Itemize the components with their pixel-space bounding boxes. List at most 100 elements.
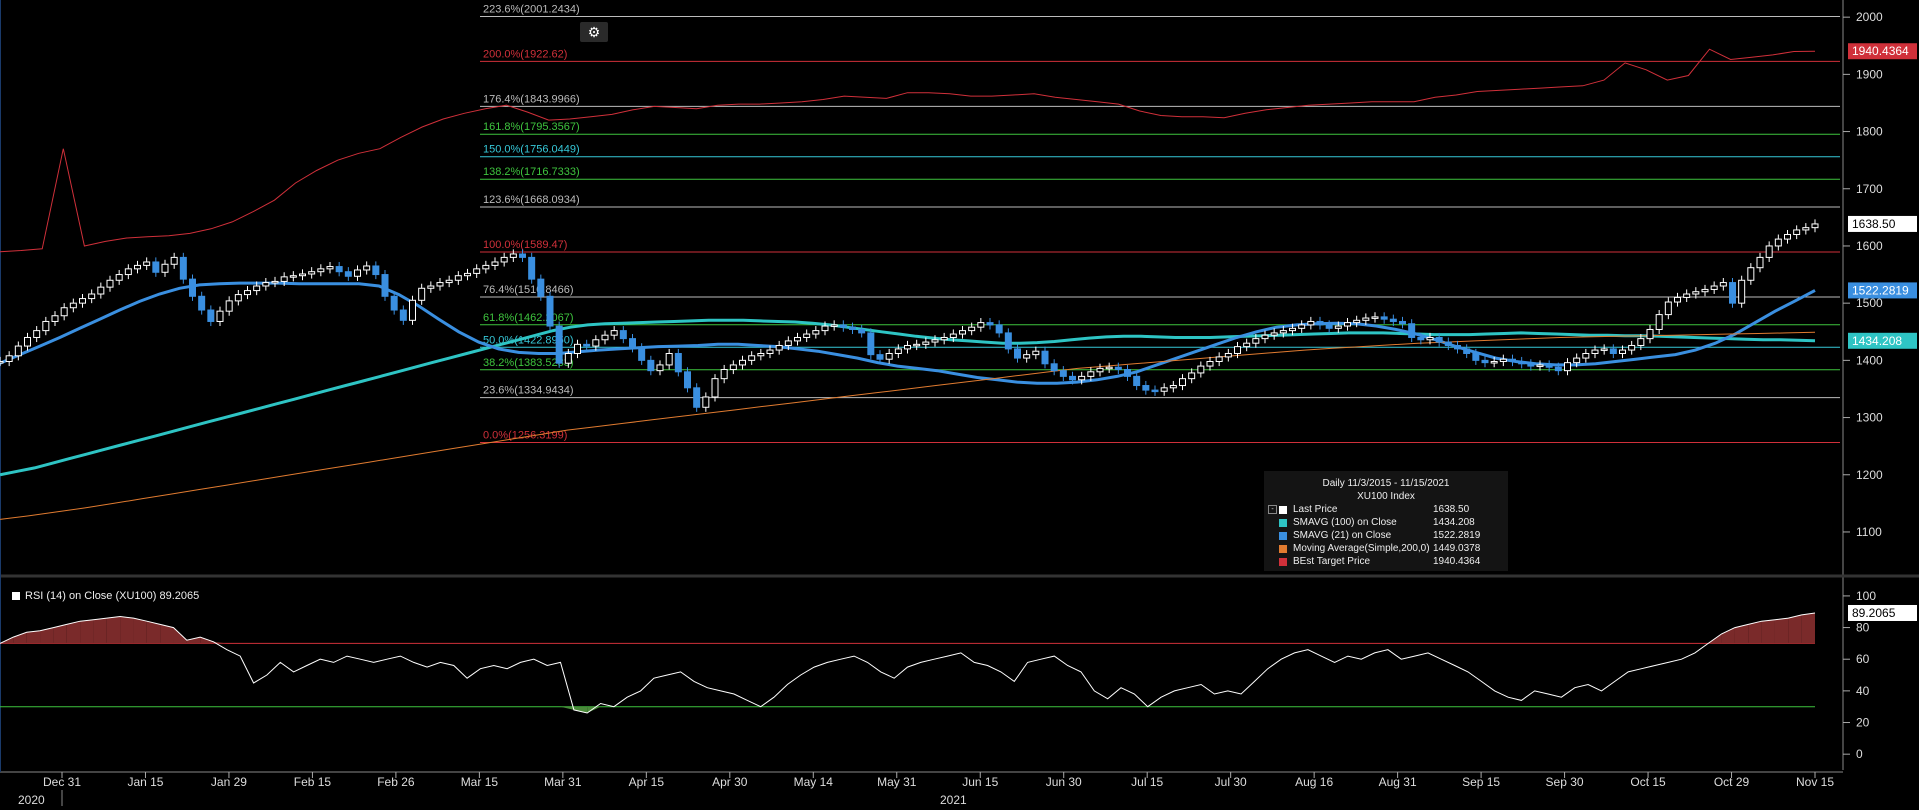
candle-body [1793,229,1801,236]
candle-body [739,359,746,366]
candle-body [427,285,435,289]
candle-body [1509,358,1516,363]
x-tick-label: Jan 29 [211,775,247,789]
candle-body [60,307,68,317]
candle-body [839,324,847,328]
candle-body [1169,385,1177,389]
candle-body [1435,336,1443,343]
settings-button[interactable]: ⚙ [580,22,608,42]
candle-body [1784,234,1791,240]
candle-body [1600,348,1608,351]
candle-body [1234,346,1241,354]
chart-canvas: 1100120013001400150016001700180019002000… [0,0,1919,807]
candle-body [1710,285,1718,290]
candle-body [1380,316,1388,320]
candle-body [1765,245,1773,258]
candle-body [949,333,957,338]
candle-body [253,285,261,292]
legend-item-name: BEst Target Price [1293,556,1371,567]
candle-body [1371,316,1379,319]
y-tick-label: 1600 [1856,239,1883,253]
candle-body [317,268,325,273]
candle-body [51,315,59,322]
legend-item-value: 1449.0378 [1433,543,1481,554]
x-tick-label: Jun 15 [962,775,998,789]
candle-body [1609,348,1617,354]
rsi-y-tick-label: 0 [1856,747,1863,761]
candle-body [1664,301,1672,316]
candle-body [1646,328,1654,340]
candle-body [1692,291,1700,295]
candle-body [97,286,105,295]
candle-body [784,340,792,346]
rsi-swatch [12,592,20,600]
candle-body [454,275,462,281]
candle-body [1298,324,1306,329]
candle-body [1114,366,1122,371]
y-tick-label: 2000 [1856,10,1883,24]
rsi-overbought-fill [1788,614,1802,644]
candle-body [977,322,985,328]
candle-body [849,326,856,330]
legend-swatch [1279,505,1287,514]
rsi-y-tick-label: 80 [1856,621,1870,635]
candle-body [1802,227,1810,231]
gear-icon: ⚙ [587,24,601,40]
candle-body [1059,370,1067,377]
candle-body [1417,336,1425,341]
candle-body [1655,314,1663,330]
candle-body [1591,349,1599,354]
candle-body [1811,223,1819,229]
candle-body [1279,330,1287,334]
candle-body [1325,324,1333,329]
legend-subtitle: XU100 Index [1357,491,1415,502]
candle-body [1362,317,1370,321]
candle-body [913,343,921,347]
x-tick-label: Sep 15 [1462,775,1500,789]
candle-body [803,333,811,338]
candle-body [1747,267,1755,281]
y-tick-label: 1800 [1856,125,1883,139]
legend-swatch [1279,531,1287,540]
candle-body [1032,350,1040,356]
x-tick-label: Oct 15 [1630,775,1666,789]
fib-level-label: 223.6%(2001.2434) [483,3,580,15]
candle-body [1133,375,1141,387]
fib-level-label: 123.6%(1668.0934) [483,194,580,206]
x-tick-label: Feb 26 [377,775,415,789]
rsi-y-tick-label: 100 [1856,589,1876,603]
candle-body [1197,365,1205,374]
fib-level-label: 150.0%(1756.0449) [483,144,580,156]
candle-body [1004,332,1012,350]
candle-body [995,324,1003,334]
collapse-icon[interactable]: - [1268,505,1277,514]
candle-body [1472,352,1480,361]
candle-body [152,261,160,273]
candle-body [647,359,655,372]
rsi-overbought-fill [1721,627,1735,644]
candle-body [69,302,77,309]
candle-body [115,274,123,281]
price-badge-label: 1434.208 [1852,334,1902,348]
legend-item-value: 1638.50 [1433,504,1470,515]
fib-level-label: 200.0%(1922.62) [483,48,567,60]
price-badge-label: 1522.2819 [1852,283,1909,297]
y-tick-label: 1700 [1856,182,1883,196]
x-tick-label: Jan 15 [127,775,163,789]
candle-body [326,266,334,270]
rsi-overbought-fill [1774,618,1789,644]
rsi-overbought-fill [146,621,161,644]
candle-body [33,330,41,338]
candle-body [1408,323,1416,338]
year-label: 2021 [940,793,967,807]
rsi-label: RSI (14) on Close (XU100) 89.2065 [12,590,199,602]
rsi-overbought-fill [133,618,147,644]
candle-body [922,341,930,345]
y-tick-label: 1200 [1856,468,1883,482]
candle-body [262,282,270,287]
x-tick-label: Feb 15 [294,775,332,789]
legend-title: Daily 11/3/2015 - 11/15/2021 [1322,478,1450,489]
candle-body [519,253,526,258]
candle-body [720,369,728,380]
rsi-line [0,612,1816,714]
